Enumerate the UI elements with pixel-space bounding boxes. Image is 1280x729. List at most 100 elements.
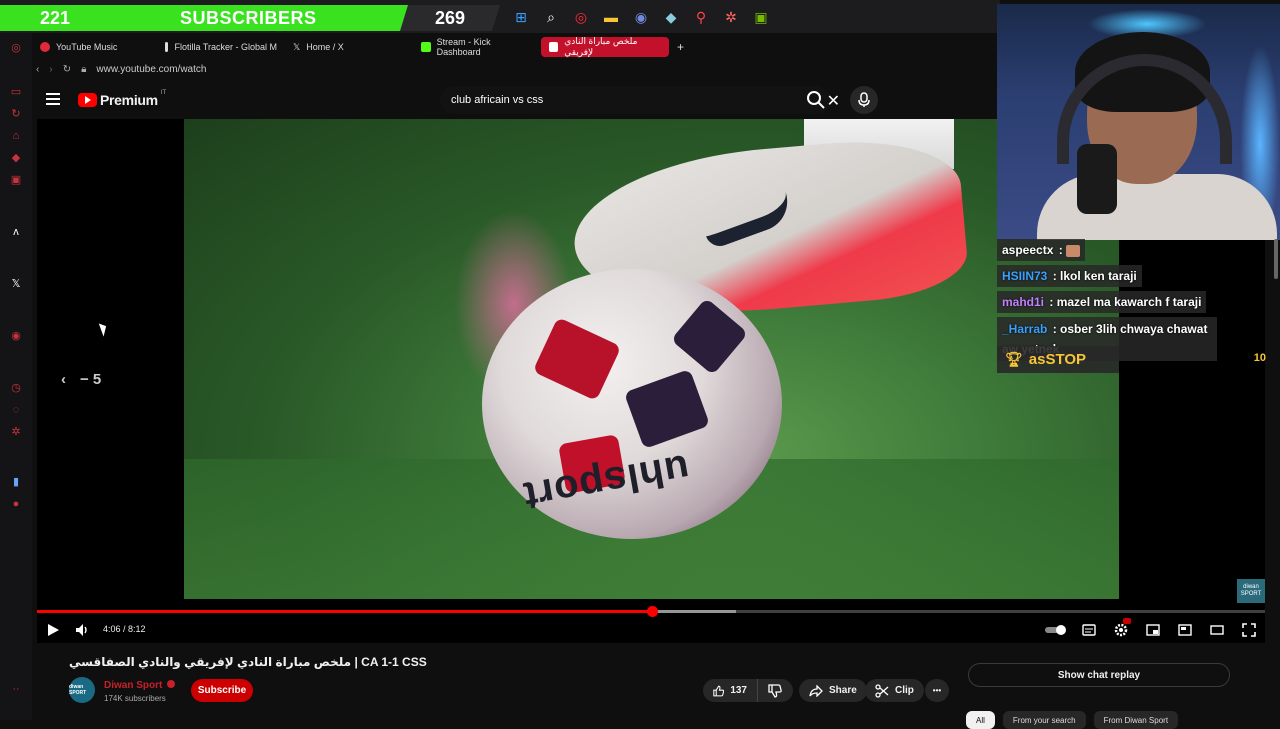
channel-avatar[interactable]: diwan SPORT (69, 677, 95, 703)
subscriber-banner: 221 SUBSCRIBERS (0, 5, 420, 31)
like-button[interactable]: 137 (703, 679, 757, 702)
opera-icon[interactable]: ◎ (570, 6, 592, 28)
youtube-logo[interactable]: Premium IT (78, 90, 166, 108)
pip-button[interactable] (1175, 620, 1195, 640)
sidebar-chat-icon[interactable]: ◌ (10, 404, 22, 416)
settings-icon[interactable]: ✲ (720, 6, 742, 28)
location-icon[interactable]: ⚲ (690, 6, 712, 28)
autoplay-toggle[interactable] (1043, 620, 1069, 640)
subtitles-button[interactable] (1079, 620, 1099, 640)
dislike-button[interactable] (757, 679, 793, 702)
new-tab-button[interactable]: + (669, 37, 692, 57)
play-icon (48, 624, 59, 636)
tab-youtube-music[interactable]: YouTube Music (32, 37, 157, 57)
tab-kick-dashboard[interactable]: Stream - Kick Dashboard (413, 37, 541, 57)
app-icon[interactable]: ◆ (660, 6, 682, 28)
search-icon[interactable]: ⌕ (540, 6, 562, 28)
timecode: 4:06 / 8:12 (103, 624, 146, 634)
volume-icon (76, 624, 87, 636)
play-button[interactable] (43, 620, 63, 640)
settings-button[interactable] (1111, 618, 1131, 640)
subscribe-button[interactable]: Subscribe (191, 679, 253, 702)
related-chips: All From your search From Diwan Sport (966, 711, 1179, 729)
lock-icon: 🔒︎ (81, 63, 87, 75)
opera-logo-icon[interactable]: ◎ (10, 42, 22, 54)
progress-played (37, 610, 653, 613)
chip-from-channel[interactable]: From Diwan Sport (1093, 711, 1179, 729)
microphone-icon (858, 92, 870, 107)
youtube-play-icon (78, 93, 97, 107)
share-button[interactable]: Share (799, 679, 867, 702)
sidebar-aria-icon[interactable]: ʌ (10, 226, 22, 238)
sidebar-refresh-icon[interactable]: ↻ (10, 108, 22, 120)
search-input[interactable]: club africain vs css ✕ (440, 86, 840, 114)
reload-icon[interactable]: ↻ (63, 64, 71, 75)
chat-scrollbar[interactable] (1274, 239, 1278, 279)
sidebar-app-icon[interactable]: ▭ (10, 86, 22, 98)
swoosh-logo (700, 191, 796, 251)
miniplayer-icon (1146, 624, 1160, 636)
show-chat-replay-button[interactable]: Show chat replay (968, 663, 1230, 687)
subtitles-icon (1082, 624, 1096, 636)
sidebar-shield-icon[interactable]: ▮ (10, 476, 22, 488)
channel-name[interactable]: Diwan Sport (104, 680, 176, 691)
streamer-microphone (1077, 144, 1117, 214)
more-actions-button[interactable]: ••• (925, 679, 949, 702)
sidebar-m-icon[interactable]: ▣ (10, 174, 22, 186)
seek-back-indicator: ‹ − 5 (61, 371, 102, 388)
kick-icon (421, 42, 431, 52)
chat-message: aspeectx : (997, 239, 1086, 261)
chip-all[interactable]: All (966, 711, 995, 729)
share-icon (809, 684, 823, 697)
discord-icon[interactable]: ◉ (630, 6, 652, 28)
youtube-music-icon (40, 42, 50, 52)
channel-watermark-logo[interactable]: diwan SPORT (1237, 579, 1265, 603)
volume-button[interactable] (73, 620, 93, 640)
folder-icon[interactable]: ▬ (600, 6, 622, 28)
video-frame[interactable]: uhlsport diwa (184, 119, 1119, 599)
taskbar-tray: ⊞ ⌕ ◎ ▬ ◉ ◆ ⚲ ✲ ▣ (510, 6, 772, 28)
scissors-icon (875, 683, 889, 698)
theater-mode-button[interactable] (1207, 620, 1227, 640)
sidebar-settings-icon[interactable]: ✲ (10, 426, 22, 438)
forward-icon[interactable]: › (49, 64, 52, 75)
progress-bar[interactable] (37, 606, 1265, 617)
player-controls: 4:06 / 8:12 (37, 618, 1265, 642)
chip-from-search[interactable]: From your search (1002, 711, 1086, 729)
webcam-overlay (997, 4, 1280, 240)
clip-button[interactable]: Clip (865, 679, 924, 702)
sidebar-more-icon[interactable]: ·· (10, 683, 22, 695)
trophy-icon: 🏆︎ (1005, 351, 1023, 367)
sidebar-vpn-icon[interactable]: ● (10, 498, 22, 510)
tab-flotilla-tracker[interactable]: Flotilla Tracker - Global M (157, 37, 285, 57)
back-icon[interactable]: ‹ (36, 64, 39, 75)
fullscreen-button[interactable] (1239, 620, 1259, 640)
video-ball: uhlsport (482, 269, 782, 539)
sidebar-bag-icon[interactable]: ⌂ (10, 130, 22, 142)
chat-message: mahd1i : mazel ma kawarch f taraji (997, 291, 1207, 313)
miniplayer-button[interactable] (1143, 620, 1163, 640)
youtube-header: Premium IT club africain vs css ✕ (32, 82, 1000, 118)
search-button[interactable] (804, 88, 832, 112)
tab-home-x[interactable]: 𝕏 Home / X (285, 37, 413, 57)
tab-youtube-video[interactable]: ملخص مباراة النادي لإفريقي (541, 36, 669, 57)
subscriber-count: 221 (39, 7, 71, 28)
url-field[interactable]: www.youtube.com/watch (96, 64, 206, 75)
thumbs-up-icon (713, 685, 725, 696)
chevron-left-icon: ‹ (61, 371, 66, 388)
sidebar-x-icon[interactable]: 𝕏 (10, 278, 22, 290)
progress-scrubber[interactable] (647, 606, 659, 617)
top-donor-bar: 🏆︎ asSTOP 10 (997, 346, 1280, 373)
nvidia-icon[interactable]: ▣ (750, 6, 772, 28)
voice-search-button[interactable] (850, 86, 878, 114)
sidebar-messenger-icon[interactable]: ◆ (10, 152, 22, 164)
windows-icon[interactable]: ⊞ (510, 6, 532, 28)
verified-icon (167, 680, 176, 688)
menu-icon[interactable] (46, 93, 60, 105)
sidebar-player-icon[interactable]: ◉ (10, 330, 22, 342)
sidebar-history-icon[interactable]: ◷ (10, 382, 22, 394)
youtube-icon (549, 42, 559, 52)
chat-message: HSIIN73 : lkol ken taraji (997, 265, 1142, 287)
mouse-cursor (98, 321, 110, 337)
more-icon: ••• (932, 686, 942, 695)
